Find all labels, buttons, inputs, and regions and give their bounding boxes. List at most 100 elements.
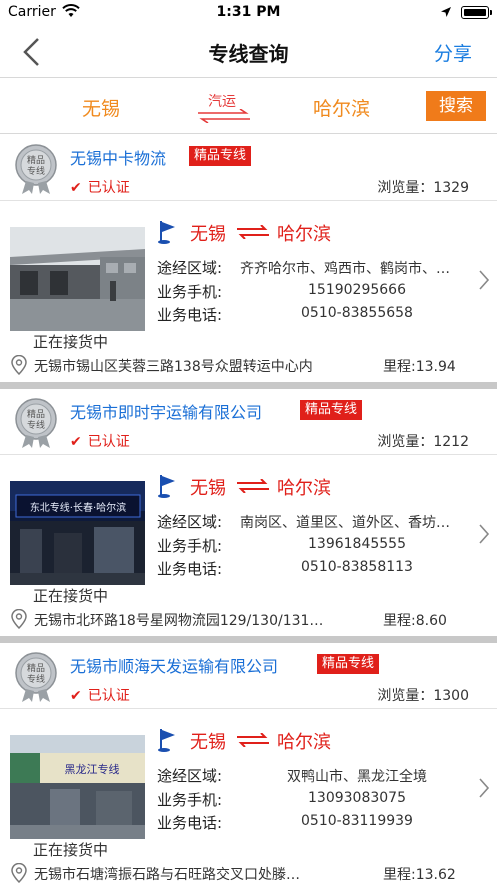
mileage: 里程:13.94 <box>383 356 456 376</box>
route-flag-icon <box>158 475 175 498</box>
listing-detail-row[interactable]: 东北专线·长春·哈尔滨 正在接货中 无锡 哈尔滨 途经区域: 南岗区、道里区、道… <box>0 455 497 605</box>
route-search-bar: 无锡 汽运 哈尔滨 搜索 <box>0 79 497 134</box>
view-count-label: 浏览量： <box>377 180 434 196</box>
mobile-label: 业务手机: <box>157 791 223 809</box>
battery-icon <box>461 6 489 19</box>
mileage-value: 13.94 <box>415 359 456 375</box>
checkmark-icon: ✔ <box>70 688 82 704</box>
storefront-photo: 黑龙江专线 <box>10 735 145 839</box>
shop-sign-text: 东北专线·长春·哈尔滨 <box>30 501 126 514</box>
route-origin: 无锡 <box>190 732 226 753</box>
warehouse-photo <box>10 227 145 331</box>
premium-badge: 精品专线 <box>317 654 380 674</box>
listing-card: 精品 专线 无锡市即时宇运输有限公司 精品专线 ✔ 已认证 浏览量：1212 东北… <box>0 389 497 639</box>
checkmark-icon: ✔ <box>70 180 82 196</box>
address-text: 无锡市锡山区芙蓉三路138号众盟转运中心内 <box>34 359 313 375</box>
mobile-number: 13961845555 <box>308 536 406 552</box>
card-divider <box>0 382 497 389</box>
company-name-link[interactable]: 无锡市即时宇运输有限公司 <box>70 399 262 423</box>
view-count: 浏览量：1300 <box>377 685 469 705</box>
via-regions: 南岗区、道里区、道外区、香坊… <box>240 515 450 531</box>
verified-status: ✔ 已认证 <box>70 685 130 705</box>
view-count-label: 浏览量： <box>377 688 434 704</box>
medal-text-bottom: 专线 <box>27 673 45 685</box>
company-name-link[interactable]: 无锡市顺海天发运输有限公司 <box>70 653 278 677</box>
mobile-label: 业务手机: <box>157 283 223 301</box>
page-title: 专线查询 <box>208 42 289 66</box>
mileage: 里程:8.60 <box>383 610 447 630</box>
via-label: 途经区域: <box>157 259 223 277</box>
phone-number: 0510-83855658 <box>301 305 413 321</box>
clock: 1:31 PM <box>216 4 281 20</box>
via-label: 途经区域: <box>157 513 223 531</box>
mileage-label: 里程: <box>383 613 416 629</box>
phone-number: 0510-83119939 <box>301 813 413 829</box>
nav-bar: 专线查询 分享 <box>0 26 497 78</box>
listing-detail-row[interactable]: 黑龙江专线 正在接货中 无锡 哈尔滨 途经区域: 双鸭山市、黑龙江全境 业务手机… <box>0 709 497 859</box>
premium-badge: 精品专线 <box>300 400 363 420</box>
address-row: 无锡市锡山区芙蓉三路138号众盟转运中心内 里程:13.94 <box>0 353 497 379</box>
phone-number: 0510-83858113 <box>301 559 413 575</box>
company-name-link[interactable]: 无锡中卡物流 <box>70 145 166 169</box>
mobile-number: 13093083075 <box>308 790 406 806</box>
location-pin-icon <box>11 863 27 883</box>
view-count: 浏览量：1329 <box>377 177 469 197</box>
location-arrow-icon <box>441 7 451 17</box>
listing-detail-row[interactable]: 正在接货中 无锡 哈尔滨 途经区域: 齐齐哈尔市、鸡西市、鹤岗市、… 业务手机:… <box>0 201 497 351</box>
premium-medal-icon: 精品 专线 <box>15 144 57 194</box>
chevron-right-icon <box>479 270 490 290</box>
view-count-value: 1300 <box>433 688 469 704</box>
battery-tip <box>490 10 492 15</box>
listing-header: 精品 专线 无锡中卡物流 精品专线 ✔ 已认证 浏览量：1329 <box>0 135 497 201</box>
status-loading: 正在接货中 <box>33 333 109 351</box>
destination-city-selector[interactable]: 哈尔滨 <box>313 94 370 121</box>
route-destination: 哈尔滨 <box>277 478 331 499</box>
listing-card: 精品 专线 无锡市顺海天发运输有限公司 精品专线 ✔ 已认证 浏览量：1300 黑… <box>0 643 497 883</box>
address-text: 无锡市北环路18号星网物流园129/130/131… <box>34 613 324 629</box>
route-destination: 哈尔滨 <box>277 732 331 753</box>
listing-header: 精品 专线 无锡市顺海天发运输有限公司 精品专线 ✔ 已认证 浏览量：1300 <box>0 643 497 709</box>
address-row: 无锡市石塘湾振石路与石旺路交叉口处滕… 里程:13.62 <box>0 861 497 883</box>
depot-night-photo: 东北专线·长春·哈尔滨 <box>10 481 145 585</box>
view-count-value: 1329 <box>433 180 469 196</box>
route-origin: 无锡 <box>190 478 226 499</box>
via-regions: 双鸭山市、黑龙江全境 <box>287 769 427 785</box>
medal-text-bottom: 专线 <box>27 419 45 431</box>
share-button[interactable]: 分享 <box>434 39 472 66</box>
listing-card: 精品 专线 无锡中卡物流 精品专线 ✔ 已认证 浏览量：1329 正在接货中 无… <box>0 135 497 385</box>
chevron-right-icon <box>479 778 490 798</box>
swap-arrows-icon[interactable] <box>196 109 252 123</box>
mileage-label: 里程: <box>383 867 416 883</box>
transport-mode-label[interactable]: 汽运 <box>208 91 236 111</box>
status-bar: Carrier 1:31 PM <box>0 0 497 26</box>
medal-text-top: 精品 <box>27 154 45 166</box>
chevron-right-icon <box>479 524 490 544</box>
shop-sign-text: 黑龙江专线 <box>65 762 120 776</box>
via-label: 途经区域: <box>157 767 223 785</box>
search-button[interactable]: 搜索 <box>426 91 486 121</box>
phone-label: 业务电话: <box>157 814 223 832</box>
origin-city-selector[interactable]: 无锡 <box>82 94 120 121</box>
mileage-value: 8.60 <box>415 613 447 629</box>
card-divider <box>0 636 497 643</box>
verified-status: ✔ 已认证 <box>70 177 130 197</box>
mobile-label: 业务手机: <box>157 537 223 555</box>
verified-label: 已认证 <box>87 688 130 704</box>
premium-badge: 精品专线 <box>189 146 252 166</box>
mobile-number: 15190295666 <box>308 282 406 298</box>
via-regions: 齐齐哈尔市、鸡西市、鹤岗市、… <box>240 261 450 277</box>
route-destination: 哈尔滨 <box>277 224 331 245</box>
location-pin-icon <box>11 609 27 629</box>
listing-header: 精品 专线 无锡市即时宇运输有限公司 精品专线 ✔ 已认证 浏览量：1212 <box>0 389 497 455</box>
route-arrows-icon <box>237 479 269 493</box>
view-count: 浏览量：1212 <box>377 431 469 451</box>
medal-text-top: 精品 <box>27 408 45 420</box>
premium-medal-icon: 精品 专线 <box>15 398 57 448</box>
mileage: 里程:13.62 <box>383 864 456 883</box>
view-count-value: 1212 <box>433 434 469 450</box>
address-text: 无锡市石塘湾振石路与石旺路交叉口处滕… <box>34 867 300 883</box>
address-row: 无锡市北环路18号星网物流园129/130/131… 里程:8.60 <box>0 607 497 633</box>
mileage-value: 13.62 <box>415 867 456 883</box>
medal-text-top: 精品 <box>27 662 45 674</box>
premium-medal-icon: 精品 专线 <box>15 652 57 702</box>
